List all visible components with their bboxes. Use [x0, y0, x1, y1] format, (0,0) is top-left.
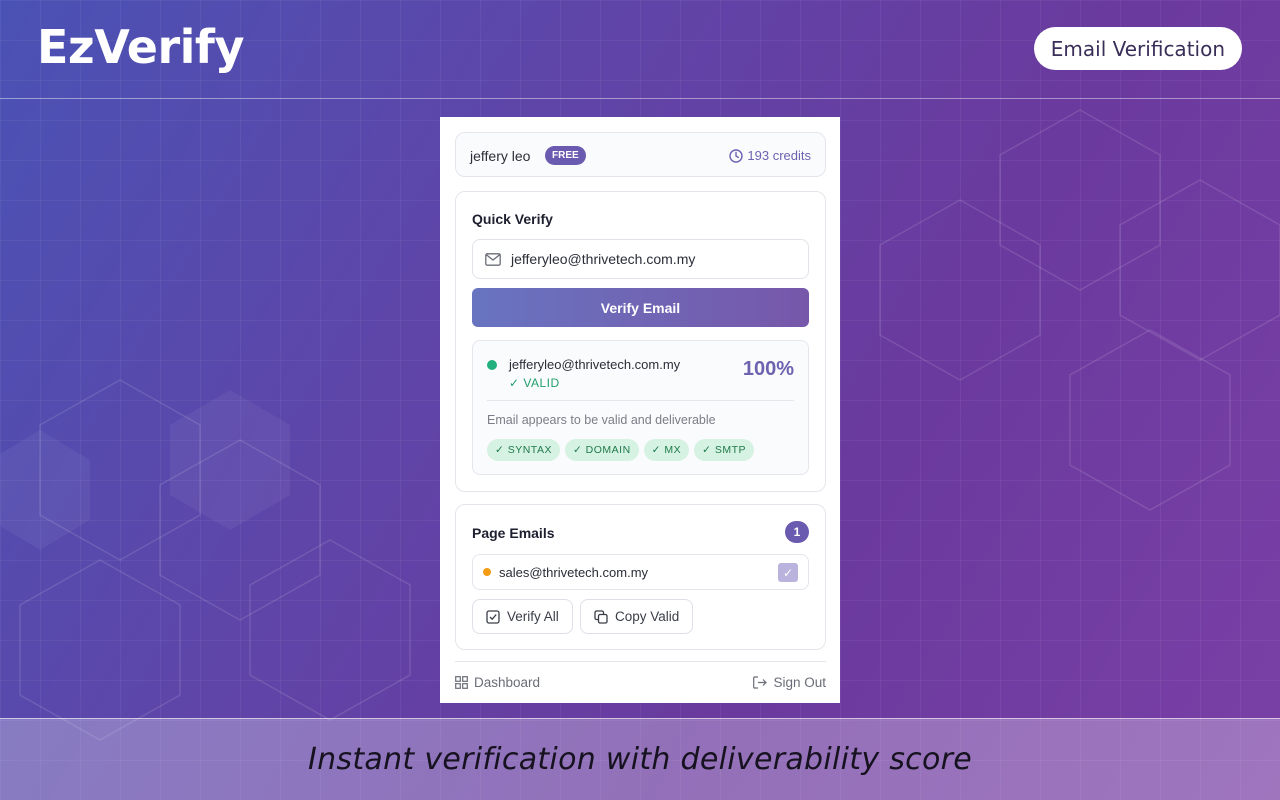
- quick-verify-section: Quick Verify jefferyleo@thrivetech.com.m…: [455, 191, 826, 492]
- page-emails-count: 1: [785, 521, 809, 543]
- verify-all-button[interactable]: Verify All: [472, 599, 573, 634]
- grid-icon: [455, 676, 468, 689]
- result-email: jefferyleo@thrivetech.com.my: [509, 357, 681, 372]
- mx-check-chip: ✓ MX: [643, 439, 690, 461]
- result-divider: [487, 400, 794, 401]
- sign-out-label: Sign Out: [773, 675, 826, 690]
- page-emails-section: Page Emails 1 sales@thrivetech.com.my ✓ …: [455, 504, 826, 650]
- verification-result: jefferyleo@thrivetech.com.my ✓ VALID 100…: [472, 340, 809, 475]
- list-item[interactable]: sales@thrivetech.com.my ✓: [472, 554, 809, 590]
- extension-popup: jeffery leo FREE 193 credits Quick Verif…: [440, 117, 840, 703]
- caption-text: Instant verification with deliverability…: [307, 742, 973, 777]
- deliverability-score: 100%: [742, 358, 794, 380]
- copy-icon: [594, 609, 608, 624]
- valid-status-label: ✓ VALID: [509, 376, 560, 390]
- email-input-value: jefferyleo@thrivetech.com.my: [511, 251, 696, 267]
- check-chips: ✓ SYNTAX ✓ DOMAIN ✓ MX ✓ SMTP: [487, 439, 755, 461]
- checkbox-icon: [486, 609, 500, 624]
- caption-band: Instant verification with deliverability…: [0, 718, 1280, 800]
- verify-email-button[interactable]: Verify Email: [472, 288, 809, 327]
- user-info-bar: jeffery leo FREE 193 credits: [455, 132, 826, 177]
- user-name: jeffery leo: [470, 148, 531, 164]
- sign-out-link[interactable]: Sign Out: [753, 675, 826, 690]
- dashboard-label: Dashboard: [474, 675, 541, 690]
- top-header: EzVerify Email Verification: [0, 0, 1280, 99]
- page-email-address: sales@thrivetech.com.my: [499, 565, 649, 580]
- smtp-check-chip: ✓ SMTP: [694, 439, 755, 461]
- mail-icon: [485, 252, 501, 266]
- footer-divider: [455, 661, 826, 662]
- plan-badge: FREE: [545, 146, 586, 165]
- result-message: Email appears to be valid and deliverabl…: [487, 413, 716, 427]
- domain-check-chip: ✓ DOMAIN: [564, 439, 639, 461]
- credits-indicator: 193 credits: [729, 148, 811, 163]
- credits-count: 193 credits: [747, 148, 811, 163]
- email-input[interactable]: jefferyleo@thrivetech.com.my: [472, 239, 809, 279]
- quick-verify-title: Quick Verify: [472, 211, 553, 227]
- dashboard-link[interactable]: Dashboard: [455, 675, 540, 690]
- brand-logo: EzVerify: [37, 20, 244, 74]
- copy-valid-button[interactable]: Copy Valid: [580, 599, 694, 634]
- valid-status-dot: [487, 360, 497, 370]
- verify-all-label: Verify All: [507, 609, 559, 624]
- email-verification-tag: Email Verification: [1033, 27, 1242, 70]
- pending-status-dot: [483, 568, 491, 576]
- copy-valid-label: Copy Valid: [615, 609, 680, 624]
- syntax-check-chip: ✓ SYNTAX: [487, 439, 560, 461]
- clock-icon: [729, 148, 744, 163]
- page-emails-title: Page Emails: [472, 525, 555, 541]
- sign-out-icon: [753, 676, 768, 689]
- select-email-checkbox[interactable]: ✓: [778, 563, 798, 582]
